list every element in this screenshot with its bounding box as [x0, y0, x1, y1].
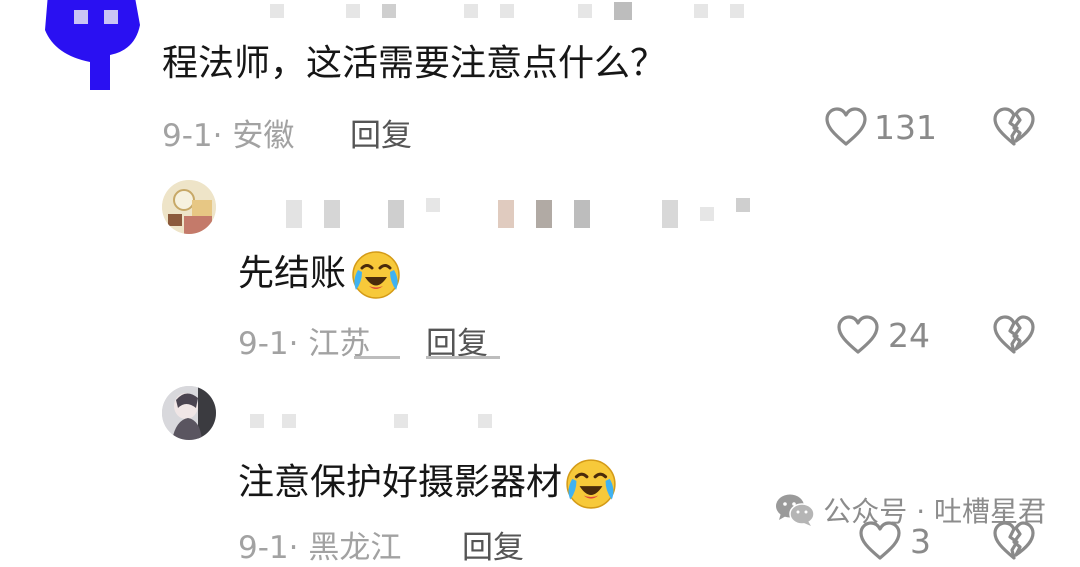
crying-laughing-emoji: [566, 459, 616, 509]
comment-meta: 9-1· 黑龙江: [238, 530, 402, 566]
dislike-button[interactable]: [992, 314, 1036, 360]
meta-underline: [354, 356, 400, 359]
username-blurred[interactable]: [250, 412, 492, 430]
broken-heart-icon: [993, 107, 1035, 146]
heart-outline-icon: [837, 315, 879, 354]
reply-button[interactable]: 回复: [350, 110, 412, 155]
comment-text: 先结账: [238, 248, 402, 300]
watermark: 公众号 · 吐槽星君: [775, 490, 1046, 530]
broken-heart-icon: [993, 315, 1035, 354]
like-count: 131: [874, 107, 937, 147]
reply-button[interactable]: 回复: [462, 522, 524, 567]
comment-text-label: 先结账: [238, 253, 347, 294]
like-button[interactable]: 131: [824, 106, 937, 148]
watermark-text: 公众号 · 吐槽星君: [823, 495, 1046, 528]
heart-outline-icon: [825, 107, 867, 146]
comment-text-label: 注意保护好摄影器材: [238, 462, 563, 503]
username-blurred[interactable]: [286, 198, 750, 228]
wechat-logo-icon: [776, 494, 816, 526]
avatar[interactable]: [162, 180, 216, 234]
username-blurred[interactable]: [270, 2, 744, 20]
comment-text: 程法师，这活需要注意点什么？: [162, 43, 667, 84]
comment-meta: 9-1· 安徽: [162, 118, 295, 154]
like-count: 24: [888, 315, 930, 355]
avatar[interactable]: [40, 0, 140, 90]
like-button[interactable]: 24: [836, 314, 930, 356]
comment-meta: 9-1· 江苏: [238, 326, 371, 362]
dislike-button[interactable]: [992, 106, 1036, 152]
comment-text: 注意保护好摄影器材: [238, 456, 618, 510]
reply-underline: [426, 356, 500, 359]
crying-laughing-emoji: [352, 251, 400, 299]
avatar[interactable]: [162, 386, 216, 440]
